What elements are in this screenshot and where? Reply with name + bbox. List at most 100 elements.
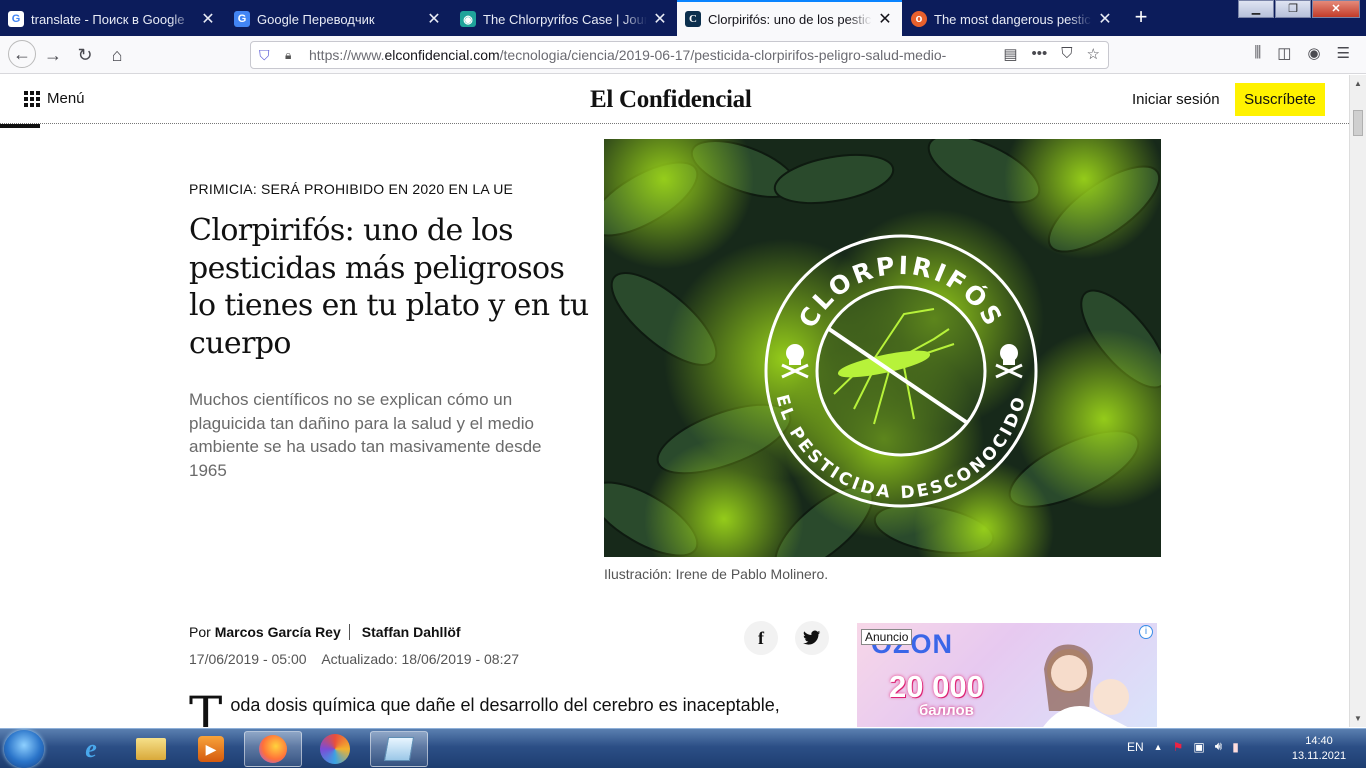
login-link[interactable]: Iniciar sesión: [1132, 91, 1220, 108]
close-tab-icon[interactable]: ✕: [425, 9, 443, 29]
orange-o-icon: o: [911, 11, 927, 27]
window-close-icon[interactable]: ✕: [1312, 0, 1360, 18]
scroll-down-arrow-icon[interactable]: ▼: [1350, 710, 1366, 727]
back-arrow-icon[interactable]: ←: [8, 40, 36, 68]
action-center-flag-icon[interactable]: ⚑: [1173, 740, 1184, 754]
article-body: Toda dosis química que dañe el desarroll…: [189, 687, 829, 727]
url-text[interactable]: https://www.elconfidencial.com/tecnologi…: [309, 47, 969, 63]
close-tab-icon[interactable]: ✕: [199, 9, 217, 29]
ad-info-icon[interactable]: i: [1139, 625, 1153, 639]
library-icon[interactable]: ⫼: [1254, 44, 1261, 62]
close-tab-icon[interactable]: ✕: [876, 9, 894, 29]
article-headline: Clorpirifós: uno de los pesticidas más p…: [189, 213, 589, 361]
more-actions-icon[interactable]: •••: [1032, 45, 1048, 63]
language-indicator[interactable]: EN: [1127, 740, 1144, 754]
taskbar-internet-explorer[interactable]: e: [62, 731, 120, 767]
article-byline: Por Marcos García Rey Staffan Dahllöf: [189, 624, 461, 640]
site-logo[interactable]: El Confidencial: [590, 86, 752, 114]
chlorpyrifos-illustration: CLORPIRIFÓS EL PESTICIDA DESCONOCIDO: [604, 139, 1161, 557]
tab-google-search[interactable]: G translate - Поиск в Google ✕: [0, 2, 225, 36]
tab-title: The most dangerous pesticide: [934, 11, 1092, 27]
url-prefix: https://www.: [309, 47, 385, 63]
network-icon[interactable]: ▣: [1193, 740, 1204, 754]
swirl-app-icon: [320, 734, 350, 764]
scrollbar-thumb[interactable]: [1353, 110, 1363, 136]
forward-arrow-icon[interactable]: →: [40, 42, 66, 68]
browser-nav-bar: ← → ↻ ⌂ ⛉ 🔒︎ https://www.elconfidencial.…: [0, 36, 1366, 74]
bookmark-star-icon[interactable]: ☆: [1087, 45, 1100, 63]
media-player-icon: ▶: [198, 736, 224, 762]
power-icon[interactable]: ▮: [1232, 740, 1239, 754]
volume-icon[interactable]: 🔊︎: [1215, 739, 1223, 754]
show-hidden-icons-icon[interactable]: ▲: [1154, 742, 1163, 752]
reload-icon[interactable]: ↻: [72, 42, 98, 68]
ad-mother-baby-image: [1043, 644, 1129, 727]
close-tab-icon[interactable]: ✕: [1096, 9, 1114, 29]
article-lede: Muchos científicos no se explican cómo u…: [189, 390, 542, 480]
body-paragraph: oda dosis química que dañe el desarrollo…: [230, 695, 780, 715]
tab-most-dangerous-pesticide[interactable]: o The most dangerous pesticide ✕: [903, 2, 1122, 36]
browser-tab-bar: G translate - Поиск в Google ✕ G Google …: [0, 0, 1366, 36]
internet-explorer-icon: e: [85, 734, 97, 763]
page-scrollbar[interactable]: ▲ ▼: [1349, 75, 1366, 727]
sidebar-icon[interactable]: ◫: [1277, 44, 1291, 62]
lock-icon[interactable]: 🔒︎: [285, 48, 299, 63]
tab-title: Clorpirifós: uno de los pesticidas: [708, 11, 872, 27]
menu-label: Menú: [47, 90, 85, 107]
tab-title: translate - Поиск в Google: [31, 11, 185, 27]
pocket-icon[interactable]: ⛉: [1061, 45, 1072, 63]
windows-taskbar: e ▶ EN ▲ ⚑ ▣ 🔊︎ ▮ 14:40 13.11.2021: [0, 728, 1366, 768]
notepad-icon: [383, 737, 415, 761]
tab-google-translate[interactable]: G Google Переводчик ✕: [226, 2, 451, 36]
window-controls: ▁ ❐ ✕: [1237, 0, 1360, 18]
firefox-icon: [259, 735, 287, 763]
taskbar-app-swirl[interactable]: [306, 731, 364, 767]
address-bar[interactable]: ⛉ 🔒︎ https://www.elconfidencial.com/tecn…: [250, 41, 1109, 69]
tab-el-confidencial[interactable]: C Clorpirifós: uno de los pesticidas ✕: [677, 0, 902, 36]
tracking-shield-icon[interactable]: ⛉: [259, 47, 275, 64]
taskbar-explorer[interactable]: [122, 731, 180, 767]
byline-prefix: Por: [189, 624, 211, 640]
image-caption: Ilustración: Irene de Pablo Molinero.: [604, 566, 829, 582]
subscribe-button[interactable]: Suscríbete: [1235, 83, 1325, 116]
el-confidencial-icon: C: [685, 11, 701, 27]
updated-date: Actualizado: 18/06/2019 - 08:27: [321, 651, 520, 667]
maximize-icon[interactable]: ❐: [1275, 0, 1311, 18]
minimize-icon[interactable]: ▁: [1238, 0, 1274, 18]
article-kicker: PRIMICIA: SERÁ PROHIBIDO EN 2020 EN LA U…: [189, 181, 514, 197]
url-actions: ▤ ••• ⛉ ☆: [1003, 45, 1100, 63]
taskbar-media-player[interactable]: ▶: [182, 731, 240, 767]
close-tab-icon[interactable]: ✕: [651, 9, 669, 29]
google-icon: G: [8, 11, 24, 27]
facebook-share-button[interactable]: f: [744, 621, 778, 655]
system-clock[interactable]: 14:40 13.11.2021: [1286, 734, 1352, 764]
hamburger-menu-icon[interactable]: ☰: [1337, 44, 1350, 62]
clock-time: 14:40: [1305, 735, 1333, 747]
twitter-share-button[interactable]: [795, 621, 829, 655]
google-translate-icon: G: [234, 11, 250, 27]
facebook-icon: f: [758, 627, 764, 648]
article-dates: 17/06/2019 - 05:00 Actualizado: 18/06/20…: [189, 651, 519, 667]
clock-date: 13.11.2021: [1291, 750, 1347, 762]
folder-icon: [136, 738, 166, 760]
author-link[interactable]: Marcos García Rey: [215, 624, 341, 640]
tab-journal[interactable]: ◉ The Chlorpyrifos Case | Journal ✕: [452, 2, 677, 36]
drop-cap: T: [189, 686, 223, 727]
author-link[interactable]: Staffan Dahllöf: [362, 624, 461, 640]
start-button[interactable]: [4, 730, 44, 768]
home-icon[interactable]: ⌂: [104, 42, 130, 68]
web-page: Menú El Confidencial Iniciar sesión Susc…: [0, 75, 1349, 727]
ad-label: Anuncio: [861, 629, 913, 645]
journal-icon: ◉: [460, 11, 476, 27]
advertisement[interactable]: Anuncio i OZON 20 000 баллов: [857, 623, 1157, 727]
taskbar-notepad[interactable]: [370, 731, 428, 767]
account-icon[interactable]: ◉: [1307, 44, 1320, 62]
header-accent-bar: [0, 124, 40, 128]
new-tab-icon[interactable]: +: [1128, 5, 1154, 31]
scroll-up-arrow-icon[interactable]: ▲: [1350, 75, 1366, 92]
taskbar-firefox[interactable]: [244, 731, 302, 767]
reader-view-icon[interactable]: ▤: [1003, 45, 1017, 63]
menu-button[interactable]: Menú: [24, 90, 85, 107]
ad-points: 20 000: [889, 669, 984, 704]
published-date: 17/06/2019 - 05:00: [189, 651, 307, 667]
